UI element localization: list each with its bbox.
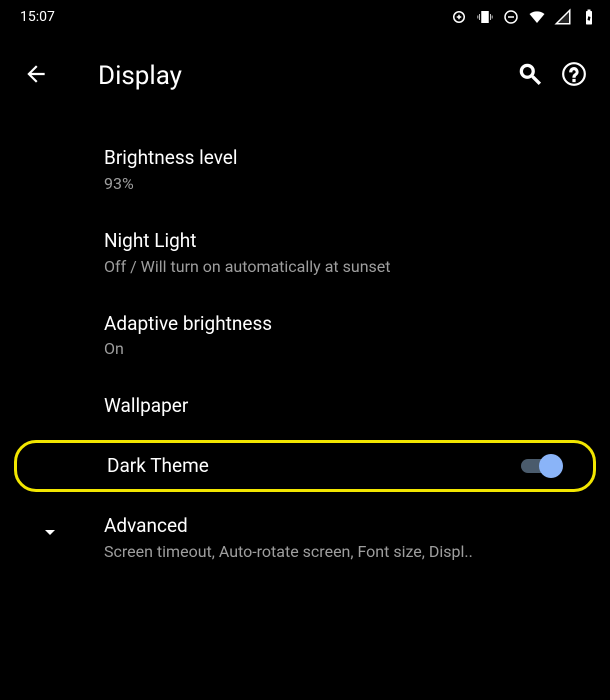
search-button[interactable] (508, 54, 552, 98)
advanced-item[interactable]: Advanced Screen timeout, Auto-rotate scr… (0, 496, 610, 579)
adaptive-brightness-item[interactable]: Adaptive brightness On (0, 294, 610, 377)
search-icon (517, 61, 543, 91)
help-icon (561, 61, 587, 91)
settings-list: Brightness level 93% Night Light Off / W… (0, 110, 610, 579)
setting-title: Adaptive brightness (104, 312, 586, 336)
dark-theme-item[interactable]: Dark Theme (14, 440, 596, 492)
setting-title: Dark Theme (107, 454, 209, 478)
page-title: Display (98, 61, 508, 91)
status-time: 15:07 (20, 9, 55, 25)
back-button[interactable] (14, 54, 58, 98)
wifi-icon (528, 8, 546, 26)
expand-more-icon (38, 520, 62, 544)
wallpaper-item[interactable]: Wallpaper (0, 376, 610, 436)
cellular-signal-icon (554, 8, 572, 26)
setting-subtitle: 93% (104, 174, 586, 193)
do-not-disturb-icon (502, 8, 520, 26)
arrow-back-icon (23, 61, 49, 91)
alarm-add-icon (450, 8, 468, 26)
setting-subtitle: Screen timeout, Auto-rotate screen, Font… (104, 542, 584, 561)
vibrate-icon (476, 8, 494, 26)
setting-subtitle: On (104, 339, 586, 358)
setting-title: Advanced (104, 514, 586, 538)
setting-subtitle: Off / Will turn on automatically at suns… (104, 257, 586, 276)
status-bar: 15:07 (0, 0, 610, 30)
dark-theme-toggle[interactable] (521, 453, 563, 479)
setting-title: Brightness level (104, 146, 586, 170)
status-icons (450, 8, 598, 26)
setting-title: Wallpaper (104, 394, 586, 418)
battery-charging-icon (580, 8, 598, 26)
help-button[interactable] (552, 54, 596, 98)
brightness-level-item[interactable]: Brightness level 93% (0, 128, 610, 211)
night-light-item[interactable]: Night Light Off / Will turn on automatic… (0, 211, 610, 294)
app-bar: Display (0, 30, 610, 110)
toggle-thumb (539, 454, 563, 478)
setting-title: Night Light (104, 229, 586, 253)
